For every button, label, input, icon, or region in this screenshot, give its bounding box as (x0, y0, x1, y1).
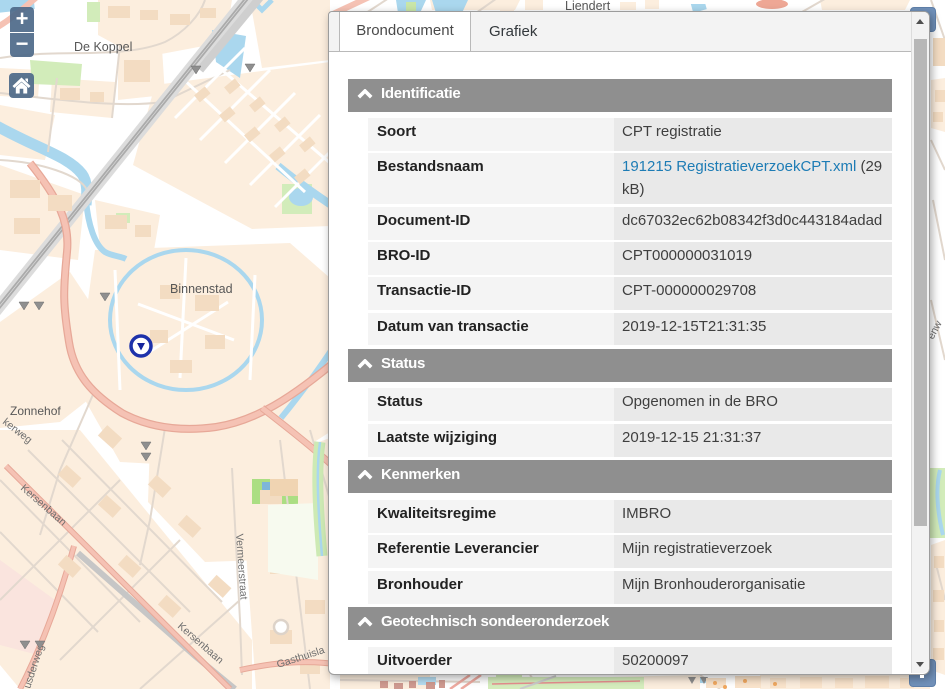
svg-text:Binnenstad: Binnenstad (170, 282, 233, 296)
svg-text:Zonnehof: Zonnehof (10, 404, 61, 418)
svg-text:De Koppel: De Koppel (74, 40, 132, 54)
